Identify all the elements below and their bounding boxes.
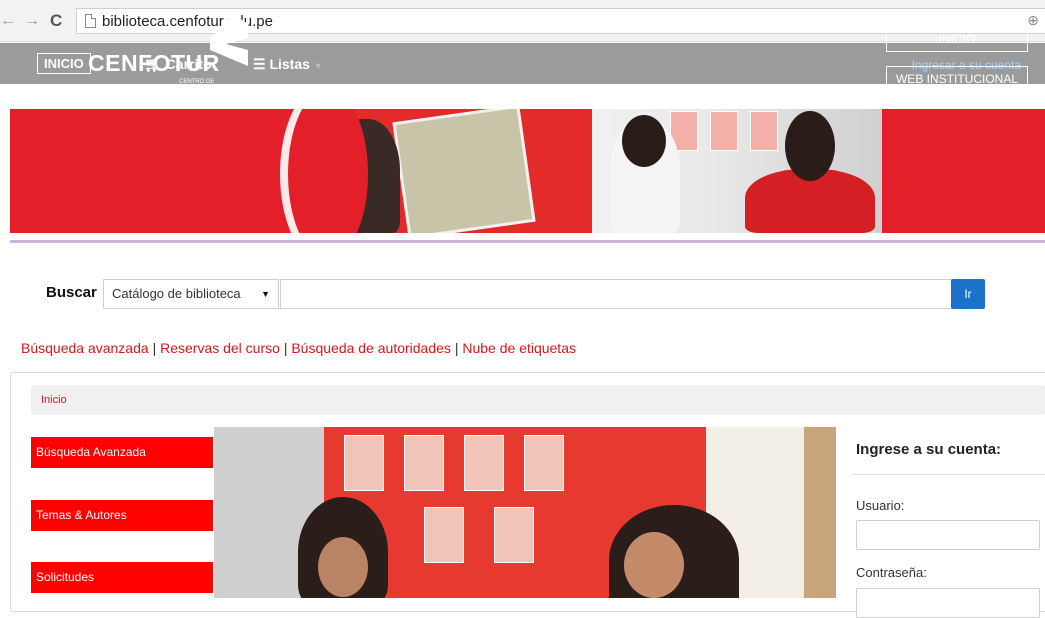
sidebar-item-subjects-authors[interactable]: Temas & Autores bbox=[31, 500, 213, 531]
photo-shelf bbox=[344, 435, 384, 491]
tag-cloud-link[interactable]: Nube de etiquetas bbox=[462, 340, 576, 356]
banner-person-head bbox=[622, 115, 666, 167]
password-field[interactable] bbox=[856, 588, 1040, 618]
catalog-select-value: Catálogo de biblioteca bbox=[112, 286, 241, 301]
banner-person-head bbox=[785, 111, 835, 181]
lists-label: Listas bbox=[269, 56, 310, 72]
link-separator: | bbox=[454, 340, 459, 356]
sidebar-item-advanced-search[interactable]: Búsqueda Avanzada bbox=[31, 437, 213, 468]
username-label: Usuario: bbox=[856, 498, 905, 513]
zoom-icon[interactable]: ⊕ bbox=[1027, 12, 1039, 29]
password-label: Contraseña: bbox=[856, 565, 927, 580]
banner-map-board bbox=[392, 109, 536, 233]
banner-shelf bbox=[750, 111, 778, 151]
photo-shelf bbox=[404, 435, 444, 491]
banner-wave bbox=[288, 109, 368, 233]
banner-shelf bbox=[710, 111, 738, 151]
login-title: Ingrese a su cuenta: bbox=[856, 441, 1002, 458]
nav-home-button[interactable]: INICIO bbox=[37, 53, 91, 74]
advanced-search-link[interactable]: Búsqueda avanzada bbox=[21, 340, 149, 356]
banner-divider bbox=[10, 240, 1045, 243]
list-icon: ☰ bbox=[253, 56, 270, 72]
banner-right-panel bbox=[882, 109, 1045, 233]
photo-shelf bbox=[424, 507, 464, 563]
photo-door bbox=[804, 427, 836, 598]
search-label: Buscar bbox=[46, 284, 97, 301]
search-submit-button[interactable]: Ir bbox=[951, 279, 985, 309]
sidebar-item-requests[interactable]: Solicitudes bbox=[31, 562, 213, 593]
nav-lists-dropdown[interactable]: ☰ Listas ▼ bbox=[253, 56, 323, 73]
authority-search-link[interactable]: Búsqueda de autoridades bbox=[291, 340, 451, 356]
photo-shelf bbox=[464, 435, 504, 491]
header-banner bbox=[10, 109, 1045, 233]
logo-subtitle: CENTRO DE FORMACIÓN EN TURISMO bbox=[179, 79, 226, 99]
reload-icon[interactable]: C bbox=[50, 12, 62, 29]
login-divider bbox=[852, 474, 1045, 475]
forward-arrow-icon[interactable]: → bbox=[24, 13, 40, 29]
link-separator: | bbox=[283, 340, 288, 356]
search-links-row: Búsqueda avanzada | Reservas del curso |… bbox=[21, 340, 576, 356]
breadcrumb-home-link[interactable]: Inicio bbox=[41, 394, 67, 406]
page-icon bbox=[85, 14, 96, 28]
logo-text: CENFOTUR bbox=[88, 50, 220, 76]
course-reserves-link[interactable]: Reservas del curso bbox=[160, 340, 280, 356]
photo-shelf bbox=[524, 435, 564, 491]
photo-shelf bbox=[494, 507, 534, 563]
photo-person-face bbox=[318, 537, 368, 597]
link-separator: | bbox=[152, 340, 157, 356]
back-arrow-icon[interactable]: ← bbox=[0, 13, 16, 29]
main-photo bbox=[214, 427, 836, 598]
banner-home-button[interactable]: INICIO bbox=[886, 26, 1028, 52]
photo-person-face bbox=[624, 532, 684, 598]
username-field[interactable] bbox=[856, 520, 1040, 550]
chevron-down-icon: ▼ bbox=[313, 61, 323, 71]
catalog-select[interactable]: Catálogo de biblioteca ▼ bbox=[103, 279, 279, 309]
web-institucional-button[interactable]: WEB INSTITUCIONAL bbox=[886, 66, 1028, 92]
search-input[interactable] bbox=[280, 279, 952, 309]
breadcrumb bbox=[31, 385, 1045, 415]
chevron-down-icon: ▼ bbox=[261, 289, 270, 299]
